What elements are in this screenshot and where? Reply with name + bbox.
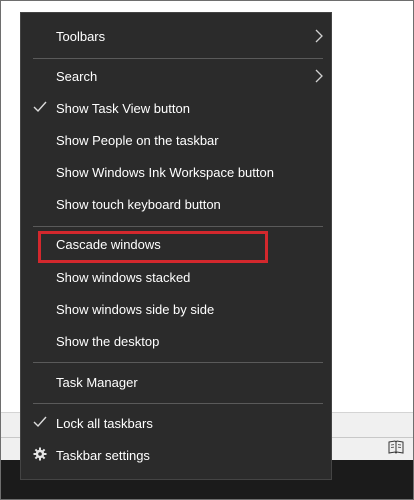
chevron-right-icon — [315, 69, 323, 83]
menu-item-label: Show Task View button — [56, 100, 190, 116]
menu-item-show-windows-side-by-side[interactable]: Show windows side by side — [21, 294, 331, 324]
menu-item-taskbar-settings[interactable]: Taskbar settings — [21, 440, 331, 470]
menu-separator — [33, 58, 323, 59]
menu-item-label: Toolbars — [56, 28, 106, 44]
menu-item-label: Lock all taskbars — [56, 415, 153, 431]
menu-item-toolbars[interactable]: Toolbars — [21, 21, 331, 51]
menu-item-label: Taskbar settings — [56, 447, 150, 463]
gear-icon — [33, 447, 47, 461]
menu-item-search[interactable]: Search — [21, 61, 331, 91]
menu-item-label: Show People on the taskbar — [56, 132, 219, 148]
menu-item-label: Show windows side by side — [56, 301, 215, 317]
menu-item-label: Show the desktop — [56, 333, 160, 349]
menu-item-show-people[interactable]: Show People on the taskbar — [21, 125, 331, 155]
menu-item-show-task-view[interactable]: Show Task View button — [21, 93, 331, 123]
menu-item-show-touch-keyboard[interactable]: Show touch keyboard button — [21, 189, 331, 219]
menu-item-label: Show touch keyboard button — [56, 196, 221, 212]
menu-item-show-windows-stacked[interactable]: Show windows stacked — [21, 262, 331, 292]
chevron-right-icon — [315, 29, 323, 43]
menu-item-label: Task Manager — [56, 374, 138, 390]
taskbar-context-menu: Toolbars Search Show Task View button Sh… — [20, 12, 332, 480]
menu-item-show-ink-workspace[interactable]: Show Windows Ink Workspace button — [21, 157, 331, 187]
menu-item-task-manager[interactable]: Task Manager — [21, 367, 331, 397]
menu-separator — [33, 362, 323, 363]
menu-item-label: Show Windows Ink Workspace button — [56, 164, 274, 180]
menu-separator — [33, 403, 323, 404]
menu-item-lock-taskbars[interactable]: Lock all taskbars — [21, 408, 331, 438]
menu-item-show-desktop[interactable]: Show the desktop — [21, 326, 331, 356]
menu-item-label: Show windows stacked — [56, 269, 191, 285]
book-icon[interactable] — [388, 440, 404, 454]
menu-item-label: Search — [56, 68, 98, 84]
checkmark-icon — [33, 100, 47, 114]
checkmark-icon — [33, 415, 47, 429]
menu-separator — [33, 226, 323, 227]
highlight-box — [38, 231, 268, 263]
